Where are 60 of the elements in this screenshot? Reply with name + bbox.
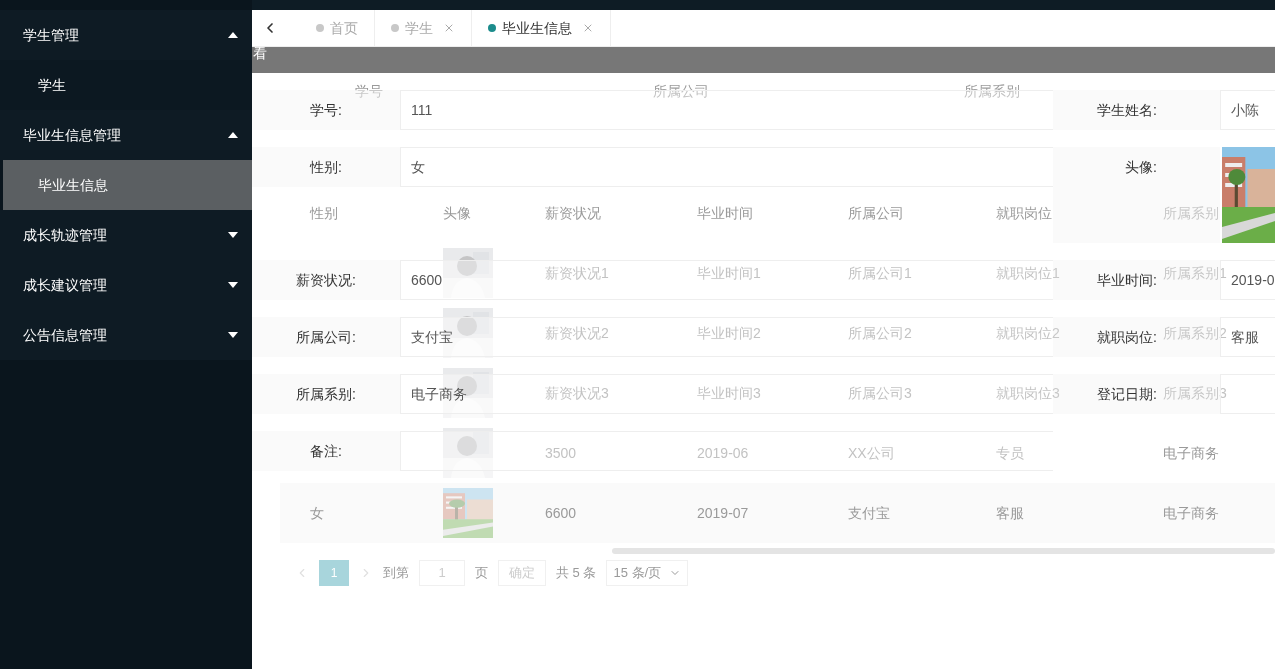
menu-group[interactable]: 毕业生信息管理 <box>0 110 252 160</box>
column-header: 毕业时间 <box>697 205 753 221</box>
table-cell: 电子商务 <box>1163 505 1219 521</box>
table-cell: 毕业时间3 <box>697 385 761 401</box>
field-label: 就职岗位: <box>1097 327 1157 347</box>
table-cell: 6600 <box>545 505 577 521</box>
close-icon[interactable] <box>443 22 455 34</box>
column-header: 就职岗位 <box>996 205 1052 221</box>
table-cell: 薪资状况3 <box>545 385 609 401</box>
column-header: 性别 <box>310 205 338 221</box>
field-value: 女 <box>400 147 1053 187</box>
table-cell: 毕业时间2 <box>697 325 761 341</box>
table-cell: 薪资状况2 <box>545 325 609 341</box>
dialog-title: 看 <box>253 47 267 60</box>
caret-down-icon <box>228 282 238 288</box>
field-label: 薪资状况: <box>296 270 356 290</box>
field-label: 头像: <box>1125 158 1157 177</box>
scrollbar[interactable] <box>612 548 1275 554</box>
field-label: 性别: <box>310 157 342 177</box>
table-cell: 专员 <box>996 445 1024 461</box>
table-cell: 2019-06 <box>697 445 749 461</box>
table-cell: 支付宝 <box>848 505 890 521</box>
caret-up-icon <box>228 132 238 138</box>
menu-group[interactable]: 成长建议管理 <box>0 260 252 310</box>
table-cell: 所属公司2 <box>848 325 912 341</box>
page-suffix: 页 <box>475 564 488 583</box>
caret-up-icon <box>228 32 238 38</box>
table-cell: 电子商务 <box>1163 445 1219 461</box>
field-label: 学生姓名: <box>1097 100 1157 120</box>
table-cell: 所属公司3 <box>848 385 912 401</box>
caret-down-icon <box>228 332 238 338</box>
field-label: 所属公司: <box>296 327 356 347</box>
goto-label: 到第 <box>383 564 409 583</box>
column-header: 头像 <box>443 205 471 221</box>
field-label: 登记日期: <box>1097 384 1157 404</box>
field-label: 毕业时间: <box>1097 270 1157 290</box>
menu-item[interactable]: 毕业生信息 <box>3 160 252 210</box>
table-cell: XX公司 <box>848 445 895 461</box>
menu-group[interactable]: 公告信息管理 <box>0 310 252 360</box>
total-count: 共 5 条 <box>556 564 597 583</box>
menu-item[interactable]: 学生 <box>0 60 252 110</box>
close-icon[interactable] <box>582 22 594 34</box>
column-header: 所属公司 <box>848 205 904 221</box>
search-label: 学号 <box>355 81 384 101</box>
table-cell: 3500 <box>545 445 577 461</box>
field-label: 学号: <box>310 100 342 120</box>
table-cell: 女 <box>310 505 324 521</box>
table-cell: 毕业时间1 <box>697 265 761 281</box>
caret-down-icon <box>228 232 238 238</box>
table-cell: 所属公司1 <box>848 265 912 281</box>
menu-group[interactable]: 成长轨迹管理 <box>0 210 252 260</box>
field-value: 小陈 <box>1220 90 1275 130</box>
menu-group[interactable]: 学生管理 <box>0 10 252 60</box>
tab[interactable]: 毕业生信息 <box>472 9 611 47</box>
field-label: 备注: <box>310 441 342 461</box>
column-header: 薪资状况 <box>545 205 601 221</box>
field-label: 所属系别: <box>296 384 356 404</box>
table-cell: 薪资状况1 <box>545 265 609 281</box>
table-cell: 2019-07 <box>697 505 749 521</box>
table-cell: 客服 <box>996 505 1024 521</box>
